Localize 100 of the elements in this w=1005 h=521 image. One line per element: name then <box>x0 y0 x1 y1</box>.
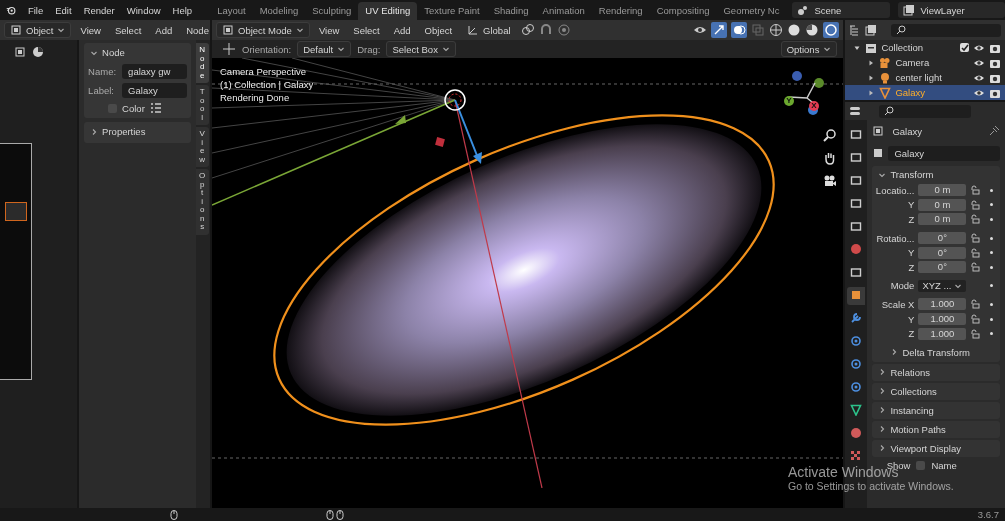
material-shading-icon[interactable] <box>805 23 820 37</box>
pin-icon[interactable] <box>988 125 1000 137</box>
wireframe-shading-icon[interactable] <box>769 23 784 37</box>
menu-item[interactable]: File <box>21 4 50 16</box>
search-field[interactable] <box>879 104 971 118</box>
workspace-tab[interactable]: Animation <box>535 2 592 20</box>
workspace-tab[interactable]: Compositing <box>649 2 717 20</box>
editor-type-icon[interactable] <box>849 105 862 117</box>
snap-icon[interactable] <box>538 23 553 37</box>
menu-item[interactable]: Render <box>77 4 121 16</box>
frame-icon[interactable] <box>14 46 26 58</box>
transform-gizmo-drawing[interactable] <box>212 89 482 206</box>
keyframe-dot-icon[interactable] <box>990 188 994 192</box>
keyframe-dot-icon[interactable] <box>990 332 994 336</box>
number-field[interactable]: 1.000 <box>918 327 967 340</box>
lock-icon[interactable] <box>970 233 981 244</box>
panel-header[interactable]: Viewport Display <box>872 439 1000 457</box>
camera-icon[interactable] <box>823 174 837 188</box>
move-icon[interactable] <box>222 42 236 56</box>
keyframe-dot-icon[interactable] <box>990 284 994 288</box>
search-field[interactable] <box>891 23 1001 37</box>
overlay-toggle-icon[interactable] <box>731 22 748 38</box>
number-field[interactable]: 1.000 <box>918 298 967 311</box>
lock-icon[interactable] <box>970 214 981 225</box>
name-field[interactable]: galaxy gw <box>122 64 187 79</box>
editor-mode-dropdown[interactable]: Object <box>4 22 72 38</box>
panel-header[interactable]: Node <box>88 45 187 60</box>
workspace-tab[interactable]: Layout <box>210 2 253 20</box>
rendered-shading-icon[interactable] <box>823 22 840 38</box>
menu-item[interactable]: Help <box>166 4 199 16</box>
options-dropdown[interactable]: Options <box>780 41 838 57</box>
panel-header[interactable]: Collections <box>872 382 1000 400</box>
keyframe-dot-icon[interactable] <box>990 236 994 240</box>
keyframe-dot-icon[interactable] <box>990 265 994 269</box>
menu-item[interactable]: View <box>313 24 345 36</box>
view-layer-selector[interactable]: ViewLayer <box>898 2 1005 18</box>
keyframe-dot-icon[interactable] <box>990 251 994 255</box>
outliner-row[interactable]: Camera <box>845 55 1005 70</box>
scene-selector[interactable]: Scene <box>792 2 891 18</box>
axis-label[interactable]: Y <box>784 96 794 106</box>
gizmo-toggle-icon[interactable] <box>711 22 728 38</box>
list-icon[interactable] <box>149 102 162 114</box>
zoom-icon[interactable] <box>823 128 837 142</box>
menu-item[interactable]: View <box>75 24 106 36</box>
label-field[interactable]: Galaxy <box>122 83 187 98</box>
outliner-row[interactable]: center light <box>845 70 1005 85</box>
workspace-tab[interactable]: UV Editing <box>358 2 418 20</box>
outliner-row[interactable]: Collection <box>845 40 1005 55</box>
panel-header[interactable]: Motion Paths <box>872 420 1000 438</box>
hand-icon[interactable] <box>823 151 837 165</box>
menu-item[interactable]: Select <box>348 24 385 36</box>
menu-item[interactable]: Object <box>419 24 458 36</box>
panel-header[interactable]: Relations <box>872 363 1000 381</box>
shader-ball-icon[interactable] <box>32 46 44 58</box>
axis-label[interactable]: X <box>809 101 819 111</box>
solid-shading-icon[interactable] <box>787 23 802 37</box>
subpanel-header[interactable]: Delta Transform <box>872 340 1000 362</box>
workspace-tab[interactable]: Modeling <box>252 2 306 20</box>
properties-tab[interactable] <box>847 287 866 305</box>
number-field[interactable]: 0° <box>918 261 967 274</box>
orientation-dropdown[interactable]: Default <box>297 41 352 57</box>
proportional-icon[interactable] <box>556 23 571 37</box>
name-checkbox[interactable] <box>916 460 926 470</box>
menu-item[interactable]: Node <box>181 24 214 36</box>
lock-icon[interactable] <box>970 199 981 210</box>
number-field[interactable]: 0 m <box>918 213 967 226</box>
menu-item[interactable]: Add <box>150 24 178 36</box>
lock-icon[interactable] <box>970 328 981 339</box>
workspace-tab[interactable]: Shading <box>486 2 536 20</box>
pivot-icon[interactable] <box>520 23 535 37</box>
drag-dropdown[interactable]: Select Box <box>386 41 456 57</box>
workspace-tab[interactable]: Texture Paint <box>417 2 487 20</box>
number-field[interactable]: 1.000 <box>918 313 967 326</box>
lock-icon[interactable] <box>970 247 981 258</box>
filter-icon[interactable] <box>865 24 878 36</box>
lock-icon[interactable] <box>970 262 981 273</box>
panel-header[interactable]: Transform <box>872 166 1000 183</box>
number-field[interactable]: 0° <box>918 246 967 259</box>
object-icon[interactable] <box>872 147 885 159</box>
lock-icon[interactable] <box>970 299 981 310</box>
orientation-dropdown[interactable]: Global <box>461 22 517 38</box>
keyframe-dot-icon[interactable] <box>990 203 994 207</box>
panel-header[interactable]: Instancing <box>872 401 1000 419</box>
number-field[interactable]: 0 m <box>918 198 967 211</box>
menu-item[interactable]: Add <box>388 24 416 36</box>
keyframe-dot-icon[interactable] <box>990 317 994 321</box>
number-field[interactable]: 0° <box>918 232 967 245</box>
mode-dropdown[interactable]: Object Mode <box>216 22 310 38</box>
workspace-tab[interactable]: Rendering <box>591 2 650 20</box>
menu-item[interactable]: Window <box>120 4 167 16</box>
lock-icon[interactable] <box>970 314 981 325</box>
workspace-tab[interactable]: Sculpting <box>305 2 359 20</box>
keyframe-dot-icon[interactable] <box>990 302 994 306</box>
lock-icon[interactable] <box>970 185 981 196</box>
workspace-tab[interactable]: Geometry Nc <box>716 2 787 20</box>
object-name-field[interactable]: Galaxy <box>888 145 1000 161</box>
rotation-mode-dropdown[interactable]: XYZ ... <box>918 279 967 292</box>
menu-item[interactable]: Select <box>109 24 147 36</box>
number-field[interactable]: 0 m <box>918 184 967 197</box>
keyframe-dot-icon[interactable] <box>990 218 994 221</box>
